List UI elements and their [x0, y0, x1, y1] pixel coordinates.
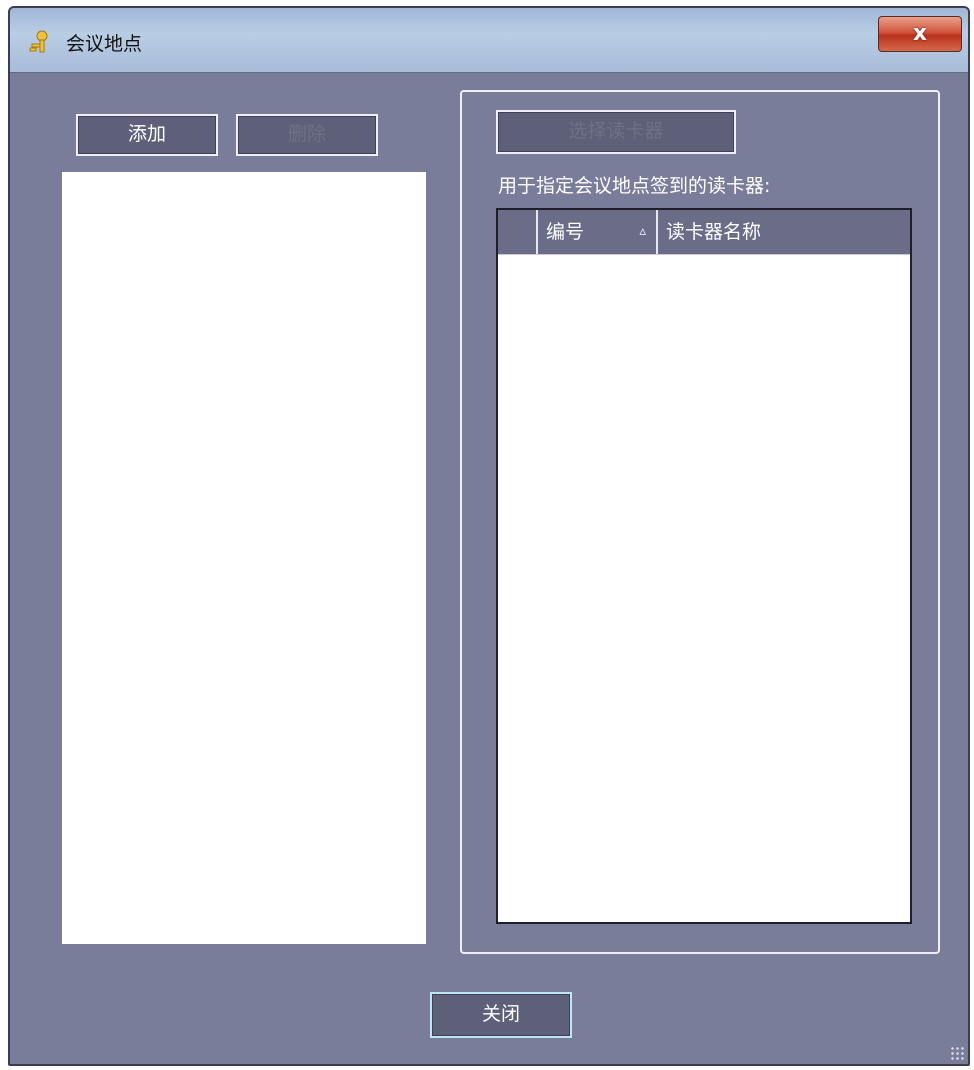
- resize-grip-icon[interactable]: [950, 1046, 964, 1060]
- sort-ascending-icon: ▵: [639, 224, 646, 239]
- close-icon: x: [912, 21, 928, 46]
- title-bar[interactable]: 会议地点 x: [10, 8, 968, 73]
- add-button[interactable]: 添加: [76, 114, 218, 156]
- reader-table-header: 编号 ▵ 读卡器名称: [498, 210, 910, 255]
- delete-button[interactable]: 删除: [236, 114, 378, 156]
- select-reader-button[interactable]: 选择读卡器: [496, 110, 736, 154]
- column-header-reader-name[interactable]: 读卡器名称: [658, 210, 910, 254]
- window-title: 会议地点: [66, 33, 143, 55]
- column-header-select[interactable]: [498, 210, 538, 254]
- location-list[interactable]: [62, 172, 426, 944]
- app-key-icon: [28, 30, 52, 56]
- window-close-button[interactable]: x: [878, 16, 962, 52]
- meeting-location-dialog: 会议地点 x 添加 删除 选择读卡器 用于指定会议地点签到的读卡器: 编号 ▵ …: [8, 6, 970, 1066]
- reader-description: 用于指定会议地点签到的读卡器:: [498, 175, 771, 197]
- close-button[interactable]: 关闭: [430, 992, 572, 1038]
- column-header-number[interactable]: 编号 ▵: [538, 210, 658, 254]
- column-header-number-label: 编号: [546, 221, 585, 243]
- reader-table[interactable]: 编号 ▵ 读卡器名称: [496, 208, 912, 924]
